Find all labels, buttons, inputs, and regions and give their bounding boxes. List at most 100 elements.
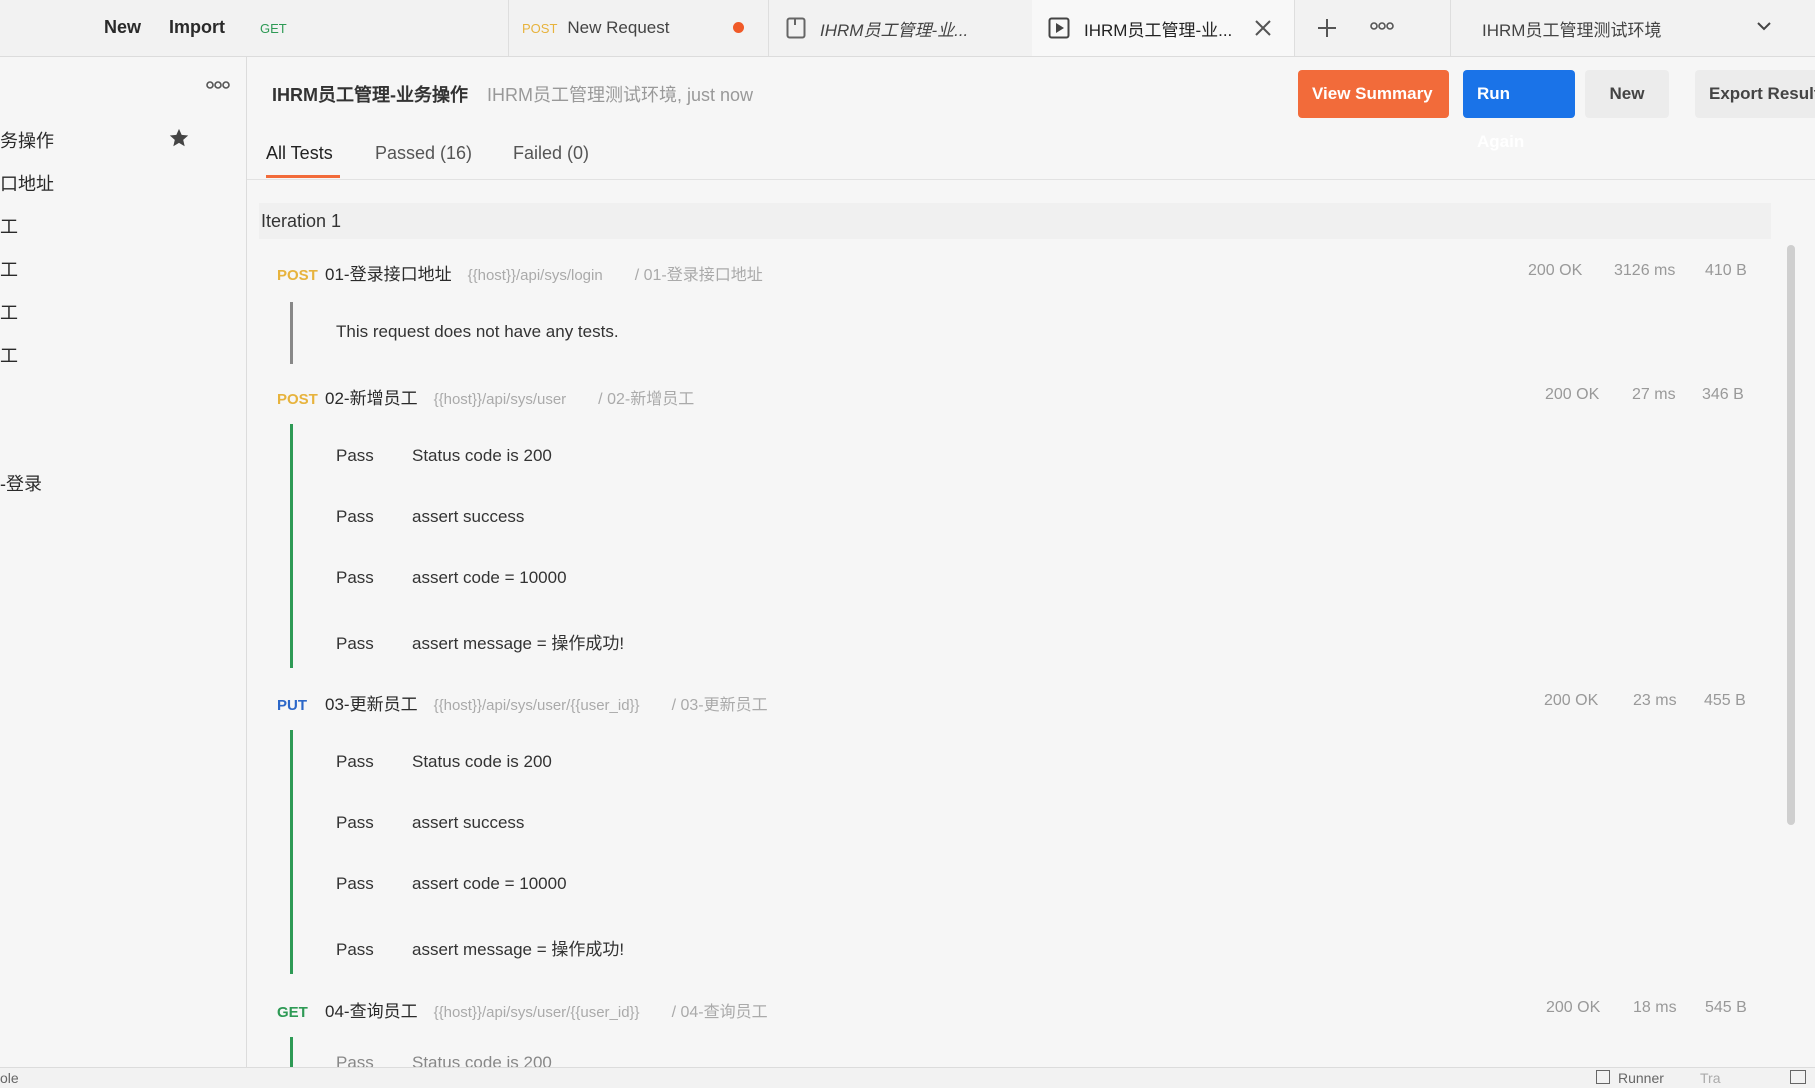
run-subtitle: IHRM员工管理测试环境, just now bbox=[487, 85, 754, 105]
tab-method: POST bbox=[522, 20, 558, 36]
layout-icon[interactable] bbox=[1790, 1070, 1806, 1084]
test-result: Pass assert message = 操作成功! bbox=[336, 935, 624, 960]
response-size: 455 B bbox=[1704, 692, 1746, 709]
response-status: 200 OK bbox=[1544, 692, 1599, 709]
request-row[interactable]: GET 04-查询员工 {{host}}/api/sys/user/{{user_i… bbox=[277, 997, 768, 1027]
star-icon[interactable] bbox=[168, 127, 190, 149]
more-options-icon[interactable] bbox=[206, 80, 230, 90]
console-link[interactable]: ole bbox=[0, 1070, 19, 1086]
runner-icon bbox=[1596, 1070, 1610, 1084]
document-icon bbox=[786, 17, 806, 39]
environment-select[interactable]: IHRM员工管理测试环境 bbox=[1482, 16, 1661, 41]
response-size: 410 B bbox=[1705, 262, 1747, 279]
sidebar-item-request[interactable]: 工 bbox=[0, 256, 18, 282]
top-bar: New Import GET POST New Request IHRM员工管理… bbox=[0, 0, 1815, 57]
test-result: Pass assert code = 10000 bbox=[336, 874, 567, 894]
test-name: assert success bbox=[412, 507, 525, 526]
tab-label: IHRM员工管理-业... bbox=[820, 20, 969, 40]
tab-passed[interactable]: Passed (16) bbox=[375, 143, 472, 164]
add-tab-icon[interactable] bbox=[1316, 17, 1338, 39]
sidebar-item-request[interactable]: 工 bbox=[0, 299, 18, 325]
no-tests-bar bbox=[290, 302, 293, 364]
sidebar-item-request[interactable]: 工 bbox=[0, 213, 18, 239]
scrollbar-thumb[interactable] bbox=[1787, 245, 1795, 825]
test-status: Pass bbox=[336, 568, 374, 587]
request-breadcrumb: / 03-更新员工 bbox=[671, 697, 768, 714]
request-url: {{host}}/api/sys/login bbox=[467, 267, 603, 284]
response-status: 200 OK bbox=[1546, 999, 1601, 1016]
request-breadcrumb: / 02-新增员工 bbox=[598, 391, 695, 408]
request-url: {{host}}/api/sys/user/{{user_id}} bbox=[433, 697, 640, 714]
request-method: GET bbox=[277, 1004, 308, 1021]
test-result: Pass Status code is 200 bbox=[336, 446, 552, 466]
response-size: 545 B bbox=[1705, 999, 1747, 1016]
request-row[interactable]: POST 01-登录接口地址 {{host}}/api/sys/login / 01-… bbox=[277, 260, 763, 290]
import-button[interactable]: Import bbox=[155, 8, 239, 46]
test-result: Pass assert message = 操作成功! bbox=[336, 629, 624, 654]
test-name: Status code is 200 bbox=[412, 752, 552, 771]
tab-label: IHRM员工管理-业... bbox=[1084, 20, 1233, 40]
response-status: 200 OK bbox=[1528, 262, 1583, 279]
export-results-button[interactable]: Export Results bbox=[1695, 70, 1815, 118]
test-status: Pass bbox=[336, 634, 374, 653]
test-name: assert message = 操作成功! bbox=[412, 940, 625, 959]
view-summary-button[interactable]: View Summary bbox=[1298, 70, 1449, 118]
tab-get-request[interactable]: GET bbox=[246, 0, 509, 56]
tab-collection-1[interactable]: IHRM员工管理-业... bbox=[768, 0, 1033, 56]
request-name: 04-查询员工 bbox=[325, 1002, 418, 1021]
response-time: 23 ms bbox=[1633, 692, 1677, 709]
tab-method: GET bbox=[260, 20, 287, 36]
new-button[interactable]: New bbox=[90, 8, 155, 46]
test-status: Pass bbox=[336, 874, 374, 893]
iteration-label: Iteration 1 bbox=[261, 211, 342, 231]
test-name: assert message = 操作成功! bbox=[412, 634, 625, 653]
sidebar-item-collection[interactable]: -登录 bbox=[0, 470, 42, 496]
sidebar-item-collection[interactable]: 务操作 bbox=[0, 127, 54, 153]
test-name: assert code = 10000 bbox=[412, 568, 567, 587]
response-size: 346 B bbox=[1702, 386, 1744, 403]
test-result: Pass assert success bbox=[336, 507, 524, 527]
tab-collection-runner[interactable]: IHRM员工管理-业... bbox=[1032, 0, 1295, 56]
no-tests-message: This request does not have any tests. bbox=[336, 322, 619, 341]
test-status: Pass bbox=[336, 507, 374, 526]
pass-bar bbox=[290, 1037, 293, 1067]
tab-failed[interactable]: Failed (0) bbox=[513, 143, 589, 164]
tab-new-request[interactable]: POST New Request bbox=[508, 0, 769, 56]
test-status: Pass bbox=[336, 446, 374, 465]
sidebar-item-request[interactable]: 工 bbox=[0, 342, 18, 368]
request-url: {{host}}/api/sys/user bbox=[433, 391, 567, 408]
tab-all-tests[interactable]: All Tests bbox=[266, 143, 333, 164]
request-method: POST bbox=[277, 391, 318, 408]
tab-label: New Request bbox=[567, 18, 670, 37]
request-breadcrumb: / 01-登录接口地址 bbox=[634, 267, 763, 284]
trash-link[interactable]: Tra bbox=[1700, 1070, 1720, 1086]
test-status: Pass bbox=[336, 940, 374, 959]
request-row[interactable]: POST 02-新增员工 {{host}}/api/sys/user / 02-新增员… bbox=[277, 384, 694, 414]
request-name: 01-登录接口地址 bbox=[325, 265, 452, 284]
test-status: Pass bbox=[336, 752, 374, 771]
sidebar-item-request[interactable]: 口地址 bbox=[0, 170, 54, 196]
divider bbox=[247, 179, 1815, 180]
status-bar: ole Runner Tra bbox=[0, 1067, 1815, 1088]
new-run-button[interactable]: New bbox=[1585, 70, 1669, 118]
test-result: Pass assert code = 10000 bbox=[336, 568, 567, 588]
pass-bar bbox=[290, 424, 293, 668]
test-result: Pass assert success bbox=[336, 813, 524, 833]
response-time: 3126 ms bbox=[1614, 262, 1676, 279]
chevron-down-icon[interactable] bbox=[1756, 20, 1772, 32]
test-result: Pass Status code is 200 bbox=[336, 752, 552, 772]
request-url: {{host}}/api/sys/user/{{user_id}} bbox=[433, 1004, 640, 1021]
request-method: PUT bbox=[277, 697, 307, 714]
request-name: 03-更新员工 bbox=[325, 695, 418, 714]
close-icon[interactable] bbox=[1254, 19, 1272, 37]
request-method: POST bbox=[277, 267, 318, 284]
active-tab-underline bbox=[266, 175, 340, 178]
request-breadcrumb: / 04-查询员工 bbox=[671, 1004, 768, 1021]
test-name: assert code = 10000 bbox=[412, 874, 567, 893]
request-row[interactable]: PUT 03-更新员工 {{host}}/api/sys/user/{{user_i… bbox=[277, 690, 768, 720]
run-again-button[interactable]: Run Again bbox=[1463, 70, 1575, 151]
runner-link[interactable]: Runner bbox=[1618, 1070, 1664, 1086]
runner-results-panel: IHRM员工管理-业务操作 IHRM员工管理测试环境, just now Vie… bbox=[247, 57, 1815, 1072]
more-tabs-icon[interactable] bbox=[1370, 21, 1394, 31]
test-name: assert success bbox=[412, 813, 525, 832]
